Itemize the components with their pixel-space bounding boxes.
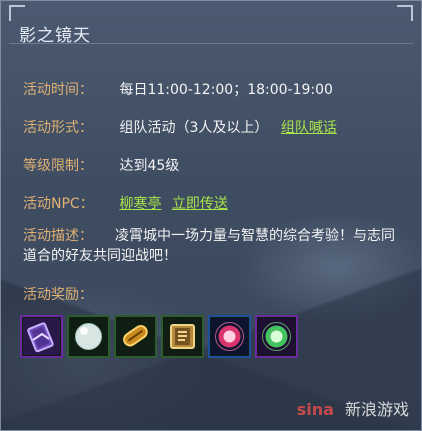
sina-logo-icon: sina [296,400,334,419]
watermark-text: 新浪游戏 [344,400,409,419]
reward-label: 活动奖励： [23,287,93,303]
title-bar: 影之镜天 [9,5,413,46]
reward-slot[interactable] [255,315,298,358]
form-value: 组队活动（3人及以上） [119,120,269,136]
level-value: 达到45级 [119,158,180,174]
npc-label: 活动NPC： [23,196,94,212]
reward-slot[interactable] [114,315,157,358]
watermark: sina 新浪游戏 [297,396,409,420]
corner-ornament-left-icon [9,5,25,21]
talisman-icon [23,318,60,355]
reward-row: 活动奖励： [23,284,407,304]
corner-ornament-right-icon [397,5,413,21]
golden-scroll-icon [117,318,154,355]
book-icon [164,318,201,355]
description-label: 活动描述： [23,228,93,244]
form-label: 活动形式： [23,120,93,136]
time-label: 活动时间： [23,82,93,98]
time-row: 活动时间： 每日11:00-12:00；18:00-19:00 [23,79,407,99]
level-label: 等级限制： [23,158,93,174]
green-orb-icon [258,318,295,355]
npc-row: 活动NPC： 柳寒亭 立即传送 [23,193,407,213]
reward-slot[interactable] [67,315,110,358]
description-row: 活动描述： 凌霄城中一场力量与智慧的综合考验！与志同道合的好友共同迎战吧！ [23,226,401,266]
fire-orb-icon [211,318,248,355]
npc-name-link[interactable]: 柳寒亭 [119,196,161,212]
form-row: 活动形式： 组队活动（3人及以上） 组队喊话 [23,117,407,137]
teleport-link[interactable]: 立即传送 [172,196,228,212]
team-shout-link[interactable]: 组队喊话 [281,120,337,136]
pearl-icon [70,318,107,355]
event-panel: 影之镜天 活动时间： 每日11:00-12:00；18:00-19:00 活动形… [0,0,422,431]
reward-slot[interactable] [20,315,63,358]
panel-title: 影之镜天 [19,26,91,46]
level-row: 等级限制： 达到45级 [23,155,407,175]
reward-slot[interactable] [161,315,204,358]
reward-list [20,315,298,358]
time-value: 每日11:00-12:00；18:00-19:00 [119,82,333,98]
reward-slot[interactable] [208,315,251,358]
